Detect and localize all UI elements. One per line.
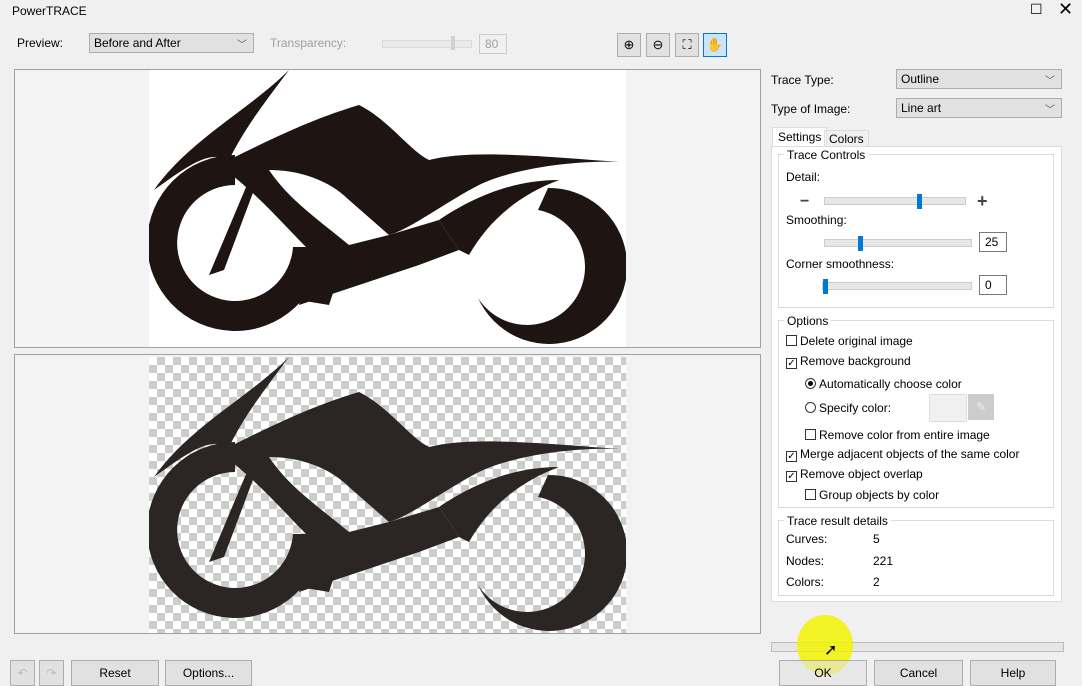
smoothing-value[interactable]: 25 xyxy=(979,232,1007,252)
merge-adjacent-checkbox[interactable]: ✓ Merge adjacent objects of the same colo… xyxy=(786,447,1019,462)
remove-background-checkbox[interactable]: ✓ Remove background xyxy=(786,354,911,369)
transparency-label: Transparency: xyxy=(270,36,347,50)
check-icon: ✓ xyxy=(786,451,797,462)
help-button[interactable]: Help xyxy=(970,660,1056,686)
trace-details-title: Trace result details xyxy=(784,514,891,528)
image-type-select[interactable]: Line art ﹀ xyxy=(896,98,1062,118)
nodes-value: 221 xyxy=(873,554,894,568)
trace-type-value: Outline xyxy=(901,72,940,86)
undo-icon[interactable]: ↶ xyxy=(10,660,35,686)
preview-label: Preview: xyxy=(17,36,64,50)
plus-icon: + xyxy=(977,191,988,211)
tab-settings[interactable]: Settings xyxy=(772,127,828,146)
chevron-down-icon: ﹀ xyxy=(237,40,247,51)
curves-value: 5 xyxy=(873,532,880,546)
after-preview[interactable] xyxy=(14,354,761,634)
window-title: PowerTRACE xyxy=(12,4,87,18)
corner-smoothness-label: Corner smoothness: xyxy=(786,257,895,271)
nodes-label: Nodes: xyxy=(786,554,825,568)
colors-label: Colors: xyxy=(786,575,825,589)
smoothing-label: Smoothing: xyxy=(786,213,847,227)
cursor-icon: ➚ xyxy=(824,642,838,659)
options-button[interactable]: Options... xyxy=(165,660,252,686)
eyedropper-icon[interactable]: ✎ xyxy=(968,394,994,420)
smoothing-slider[interactable] xyxy=(824,236,972,251)
chevron-down-icon: ﹀ xyxy=(1045,105,1055,116)
smoothing-thumb[interactable] xyxy=(858,236,863,251)
pan-hand-icon[interactable]: ✋ xyxy=(703,33,727,57)
before-preview[interactable] xyxy=(14,69,761,348)
curves-label: Curves: xyxy=(786,532,828,546)
trace-type-label: Trace Type: xyxy=(771,73,834,87)
corner-smoothness-value[interactable]: 0 xyxy=(979,275,1007,295)
options-title: Options xyxy=(784,314,832,328)
zoom-out-icon[interactable]: ⊖ xyxy=(646,33,670,57)
color-swatch[interactable] xyxy=(929,394,967,422)
group-by-color-checkbox[interactable]: Group objects by color xyxy=(805,488,939,502)
close-icon[interactable]: ✕ xyxy=(1058,0,1073,20)
preview-value: Before and After xyxy=(94,36,181,50)
redo-icon[interactable]: ↷ xyxy=(39,660,64,686)
maximize-icon[interactable]: ☐ xyxy=(1030,1,1043,18)
before-image xyxy=(147,70,628,344)
corner-smoothness-slider[interactable] xyxy=(822,279,972,294)
preview-select[interactable]: Before and After ﹀ xyxy=(89,33,254,53)
ok-button[interactable]: OK xyxy=(779,660,867,686)
detail-label: Detail: xyxy=(786,170,821,184)
fit-icon[interactable]: ⛶ xyxy=(675,33,699,57)
chevron-down-icon: ﹀ xyxy=(1045,76,1055,87)
delete-original-checkbox[interactable]: Delete original image xyxy=(786,334,913,348)
trace-controls-title: Trace Controls xyxy=(784,148,869,162)
corner-thumb[interactable] xyxy=(823,279,828,294)
reset-button[interactable]: Reset xyxy=(71,660,159,686)
detail-thumb[interactable] xyxy=(917,194,922,209)
auto-color-radio[interactable]: Automatically choose color xyxy=(805,377,962,391)
image-type-value: Line art xyxy=(901,101,942,115)
transparency-slider[interactable] xyxy=(382,36,472,50)
colors-value: 2 xyxy=(873,575,880,589)
image-type-label: Type of Image: xyxy=(771,102,851,116)
minus-icon: − xyxy=(800,193,810,210)
tab-colors[interactable]: Colors xyxy=(824,130,869,147)
transparency-thumb[interactable] xyxy=(451,36,455,50)
zoom-in-icon[interactable]: ⊕ xyxy=(617,33,641,57)
specify-color-radio[interactable]: Specify color: xyxy=(805,401,891,415)
check-icon: ✓ xyxy=(786,471,797,482)
remove-overlap-checkbox[interactable]: ✓ Remove object overlap xyxy=(786,467,923,482)
check-icon: ✓ xyxy=(786,358,797,369)
detail-slider[interactable] xyxy=(824,194,966,209)
transparency-value: 80 xyxy=(479,34,507,54)
cancel-button[interactable]: Cancel xyxy=(874,660,963,686)
after-image xyxy=(147,357,628,631)
trace-type-select[interactable]: Outline ﹀ xyxy=(896,69,1062,89)
remove-color-entire-checkbox[interactable]: Remove color from entire image xyxy=(805,428,990,442)
